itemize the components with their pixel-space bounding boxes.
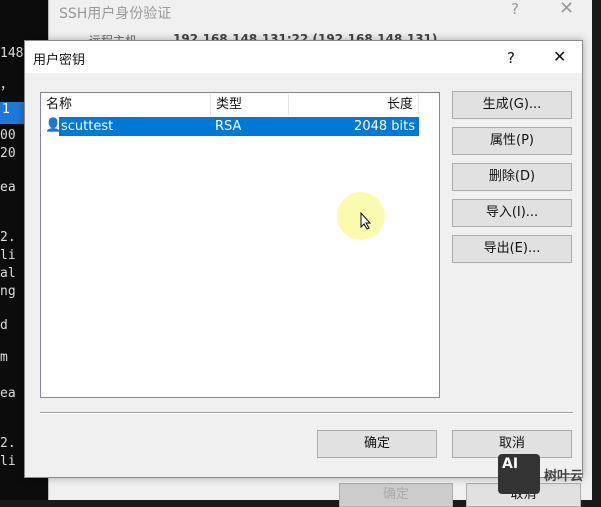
terminal-line: 20 <box>0 146 16 161</box>
terminal-line: ， <box>0 78 14 93</box>
terminal-line: ea <box>0 386 16 401</box>
delete-button[interactable]: 删除(D) <box>452 163 572 191</box>
terminal-line: 148 <box>0 46 24 61</box>
terminal-line: ng <box>0 284 16 299</box>
key-length: 2048 bits <box>354 119 415 134</box>
watermark-logo: AI <box>498 454 540 494</box>
close-button[interactable]: ✕ <box>553 47 566 66</box>
export-button[interactable]: 导出(E)... <box>452 235 572 263</box>
terminal-line: m <box>0 350 8 365</box>
watermark-text: 树叶云 <box>544 468 584 484</box>
table-row[interactable]: scuttest RSA 2048 bits <box>59 117 419 136</box>
watermark: AI 树叶云 <box>498 454 583 494</box>
column-header-type[interactable]: 类型 <box>211 94 289 115</box>
import-button[interactable]: 导入(I)... <box>452 199 572 227</box>
help-button[interactable]: ? <box>507 49 515 67</box>
ok-button[interactable]: 确定 <box>317 430 437 458</box>
parent-help-button[interactable]: ? <box>511 0 519 18</box>
terminal-line: ea <box>0 180 16 195</box>
dialog-title-bar: 用户密钥 ? ✕ <box>25 41 582 73</box>
column-header-length[interactable]: 长度 <box>289 94 419 115</box>
key-list[interactable]: 名称 类型 长度 👤 scuttest RSA 2048 bits <box>40 92 440 398</box>
dialog-title: 用户密钥 <box>33 53 86 68</box>
terminal-line: li <box>0 454 16 469</box>
key-name: scuttest <box>61 119 114 134</box>
properties-button[interactable]: 属性(P) <box>452 127 572 155</box>
generate-button[interactable]: 生成(G)... <box>452 91 572 119</box>
key-type: RSA <box>215 119 242 134</box>
mouse-cursor-icon <box>360 212 372 230</box>
divider <box>40 412 573 414</box>
terminal-line: 2. <box>0 436 16 451</box>
user-keys-dialog: 用户密钥 ? ✕ 名称 类型 长度 👤 scuttest RSA 2048 bi… <box>24 40 583 478</box>
parent-close-button[interactable]: ✕ <box>559 0 574 19</box>
terminal-line: li <box>0 248 16 263</box>
terminal-line: al <box>0 266 16 281</box>
terminal-line: d <box>0 318 8 333</box>
terminal-line: 2. <box>0 230 16 245</box>
parent-ok-button[interactable]: 确定 <box>339 483 453 507</box>
parent-dialog-title: SSH用户身份验证 <box>59 6 172 22</box>
terminal-line: 00 <box>0 128 16 143</box>
column-header-name[interactable]: 名称 <box>41 94 211 115</box>
